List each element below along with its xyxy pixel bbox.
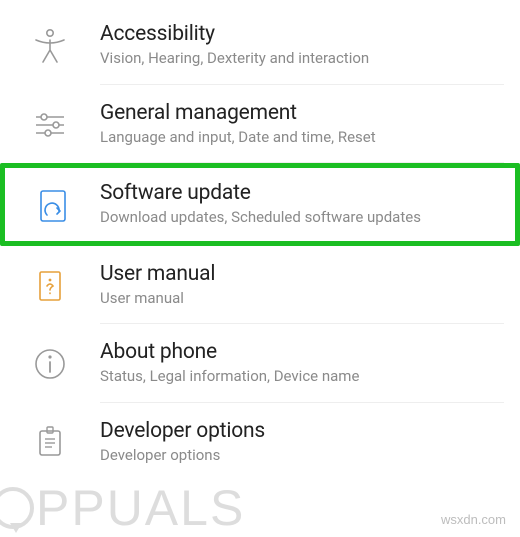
settings-item-user-manual[interactable]: User manual User manual: [0, 246, 520, 325]
watermark-right: wsxdn.com: [441, 512, 506, 527]
text-container: Developer options Developer options: [100, 419, 504, 466]
settings-list: Accessibility Vision, Hearing, Dexterity…: [0, 0, 520, 481]
item-subtitle: Language and input, Date and time, Reset: [100, 128, 504, 148]
icon-container: [0, 22, 100, 66]
settings-item-about-phone[interactable]: About phone Status, Legal information, D…: [0, 324, 520, 403]
item-subtitle: Status, Legal information, Device name: [100, 367, 504, 387]
item-subtitle: Download updates, Scheduled software upd…: [100, 208, 499, 228]
accessibility-icon: [30, 26, 70, 66]
item-subtitle: Vision, Hearing, Dexterity and interacti…: [100, 49, 504, 69]
item-title: Software update: [100, 181, 499, 205]
update-icon: [33, 185, 73, 225]
text-container: User manual User manual: [100, 262, 504, 309]
item-subtitle: User manual: [100, 289, 504, 309]
icon-container: [5, 181, 100, 225]
item-subtitle: Developer options: [100, 446, 504, 466]
watermark-text: PPUALS: [36, 479, 245, 537]
settings-item-accessibility[interactable]: Accessibility Vision, Hearing, Dexterity…: [0, 6, 520, 85]
text-container: About phone Status, Legal information, D…: [100, 340, 504, 387]
settings-item-general-management[interactable]: General management Language and input, D…: [0, 85, 520, 164]
sliders-icon: [30, 105, 70, 145]
bubble-icon: [0, 487, 34, 529]
icon-container: [0, 419, 100, 463]
icon-container: [0, 340, 100, 384]
item-title: Developer options: [100, 419, 504, 443]
info-icon: [30, 344, 70, 384]
icon-container: [0, 262, 100, 306]
item-title: User manual: [100, 262, 504, 286]
item-title: General management: [100, 101, 504, 125]
settings-item-developer-options[interactable]: Developer options Developer options: [0, 403, 520, 482]
text-container: Software update Download updates, Schedu…: [100, 181, 499, 228]
manual-icon: [30, 266, 70, 306]
text-container: Accessibility Vision, Hearing, Dexterity…: [100, 22, 504, 69]
text-container: General management Language and input, D…: [100, 101, 504, 148]
developer-icon: [30, 423, 70, 463]
settings-item-software-update[interactable]: Software update Download updates, Schedu…: [0, 163, 520, 246]
watermark-left: PPUALS: [0, 479, 245, 537]
icon-container: [0, 101, 100, 145]
item-title: Accessibility: [100, 22, 504, 46]
item-title: About phone: [100, 340, 504, 364]
